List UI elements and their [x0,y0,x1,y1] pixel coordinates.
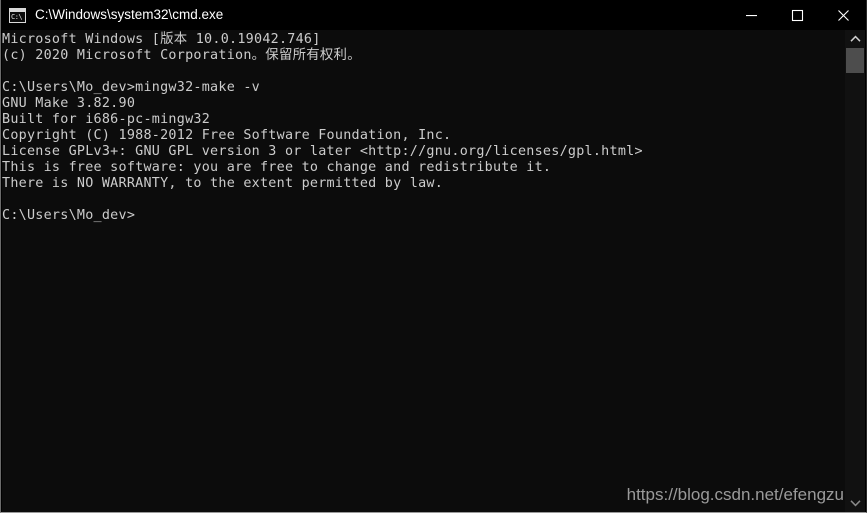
scroll-up-button[interactable] [845,30,865,48]
maximize-button[interactable] [774,0,820,30]
close-icon [837,9,849,21]
scrollbar-track[interactable] [845,48,865,494]
cmd-icon-label: C:\ [11,12,23,21]
title-bar-left: C:\ C:\Windows\system32\cmd.exe [1,7,728,23]
window-title: C:\Windows\system32\cmd.exe [35,7,224,22]
maximize-icon [791,9,803,21]
vertical-scrollbar[interactable] [845,30,865,512]
minimize-icon [745,14,757,16]
chevron-up-icon [849,35,861,42]
close-button[interactable] [820,0,866,30]
minimize-button[interactable] [728,0,774,30]
scroll-down-button[interactable] [845,494,865,512]
scrollbar-thumb[interactable] [846,48,864,73]
chevron-down-icon [849,500,861,507]
title-bar[interactable]: C:\ C:\Windows\system32\cmd.exe [1,0,866,30]
console-text: Microsoft Windows [版本 10.0.19042.746] (c… [2,32,643,223]
cmd-window: C:\ C:\Windows\system32\cmd.exe Microsof… [0,0,867,513]
window-controls [728,0,866,30]
cmd-icon[interactable]: C:\ [9,7,26,23]
terminal-output-area[interactable]: Microsoft Windows [版本 10.0.19042.746] (c… [2,30,847,512]
